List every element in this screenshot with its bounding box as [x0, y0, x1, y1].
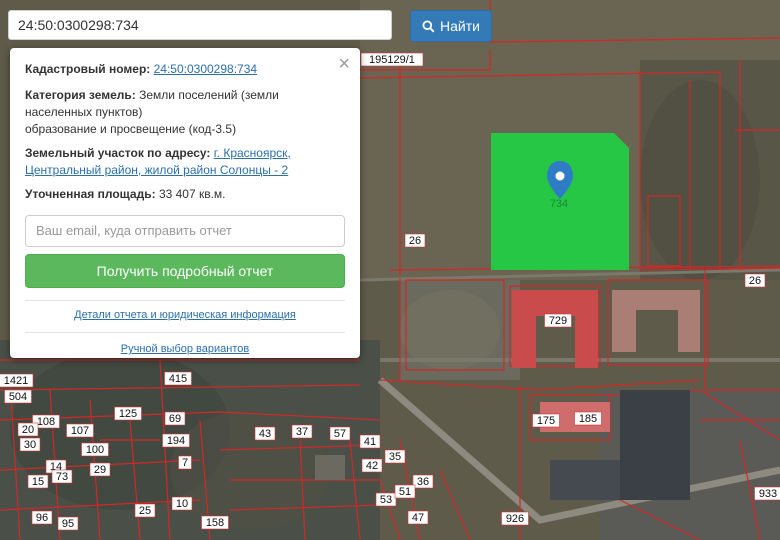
search-icon	[422, 19, 435, 32]
parcel-number-label[interactable]: 158	[206, 517, 224, 529]
parcel-number-label[interactable]: 37	[296, 426, 308, 438]
cadastral-search-input[interactable]	[8, 10, 392, 40]
parcel-number-label[interactable]: 47	[412, 512, 424, 524]
category-subvalue: образование и просвещение (код-3.5)	[25, 122, 237, 136]
parcel-number-label[interactable]: 10	[176, 498, 188, 510]
parcel-number-label[interactable]: 95	[62, 518, 74, 530]
cadastral-row: Кадастровый номер: 24:50:0300298:734	[25, 61, 346, 78]
parcel-number-label[interactable]: 7	[182, 457, 188, 469]
category-label: Категория земель:	[25, 88, 136, 102]
parcel-number-label[interactable]: 57	[334, 428, 346, 440]
parcel-info-popup: × Кадастровый номер: 24:50:0300298:734 К…	[10, 48, 360, 358]
selected-parcel-label: 734	[550, 198, 568, 210]
parcel-number-label[interactable]: 125	[119, 408, 137, 420]
parcel-number-label[interactable]: 504	[9, 391, 27, 403]
area-value: 33 407 кв.м.	[158, 187, 226, 201]
parcel-number-label[interactable]: 25	[139, 505, 151, 517]
address-label: Земельный участок по адресу:	[25, 146, 211, 160]
area-row: Уточненная площадь: 33 407 кв.м.	[25, 186, 346, 203]
parcel-number-label[interactable]: 43	[259, 428, 271, 440]
details-link[interactable]: Детали отчета и юридическая информация	[25, 307, 345, 324]
parcel-number-label[interactable]: 42	[366, 460, 378, 472]
parcel-number-label[interactable]: 729	[549, 315, 567, 327]
divider	[25, 332, 345, 333]
area-label: Уточненная площадь:	[25, 187, 156, 201]
parcel-number-label[interactable]: 35	[389, 451, 401, 463]
parcel-number-label[interactable]: 73	[56, 471, 68, 483]
manual-selection-link[interactable]: Ручной выбор вариантов	[25, 341, 345, 358]
parcel-number-label[interactable]: 41	[364, 436, 376, 448]
parcel-number-label[interactable]: 108	[37, 416, 55, 428]
parcel-number-label[interactable]: 195129/1	[369, 54, 415, 66]
parcel-number-label[interactable]: 926	[506, 513, 524, 525]
get-report-button[interactable]: Получить подробный отчет	[25, 254, 345, 288]
parcel-number-label[interactable]: 69	[169, 413, 181, 425]
parcel-number-label[interactable]: 53	[380, 494, 392, 506]
parcel-number-label[interactable]: 933	[759, 488, 777, 500]
parcel-number-label[interactable]: 26	[749, 275, 761, 287]
parcel-number-label[interactable]: 194	[167, 435, 185, 447]
parcel-number-label[interactable]: 415	[169, 373, 187, 385]
parcel-number-label[interactable]: 96	[36, 512, 48, 524]
parcel-number-label[interactable]: 1421	[4, 375, 28, 387]
search-button[interactable]: Найти	[410, 10, 492, 42]
parcel-number-label[interactable]: 185	[579, 413, 597, 425]
parcel-number-label[interactable]: 20	[22, 424, 34, 436]
email-input[interactable]: Ваш email, куда отправить отчет	[25, 215, 345, 247]
category-row: Категория земель: Земли поселений (земли…	[25, 87, 346, 138]
parcel-number-label[interactable]: 30	[24, 439, 36, 451]
parcel-number-label[interactable]: 15	[32, 476, 44, 488]
parcel-number-label[interactable]: 107	[71, 425, 89, 437]
cadastral-label: Кадастровый номер:	[25, 62, 151, 76]
divider	[25, 300, 345, 301]
parcel-number-label[interactable]: 51	[399, 486, 411, 498]
address-row: Земельный участок по адресу: г. Краснояр…	[25, 145, 346, 179]
parcel-number-label[interactable]: 175	[537, 415, 555, 427]
parcel-number-label[interactable]: 26	[409, 235, 421, 247]
parcel-number-label[interactable]: 29	[94, 464, 106, 476]
search-button-label: Найти	[440, 18, 480, 34]
parcel-number-label[interactable]: 36	[417, 476, 429, 488]
close-icon[interactable]: ×	[338, 54, 350, 74]
cadastral-link[interactable]: 24:50:0300298:734	[154, 62, 257, 76]
parcel-number-label[interactable]: 100	[86, 444, 104, 456]
